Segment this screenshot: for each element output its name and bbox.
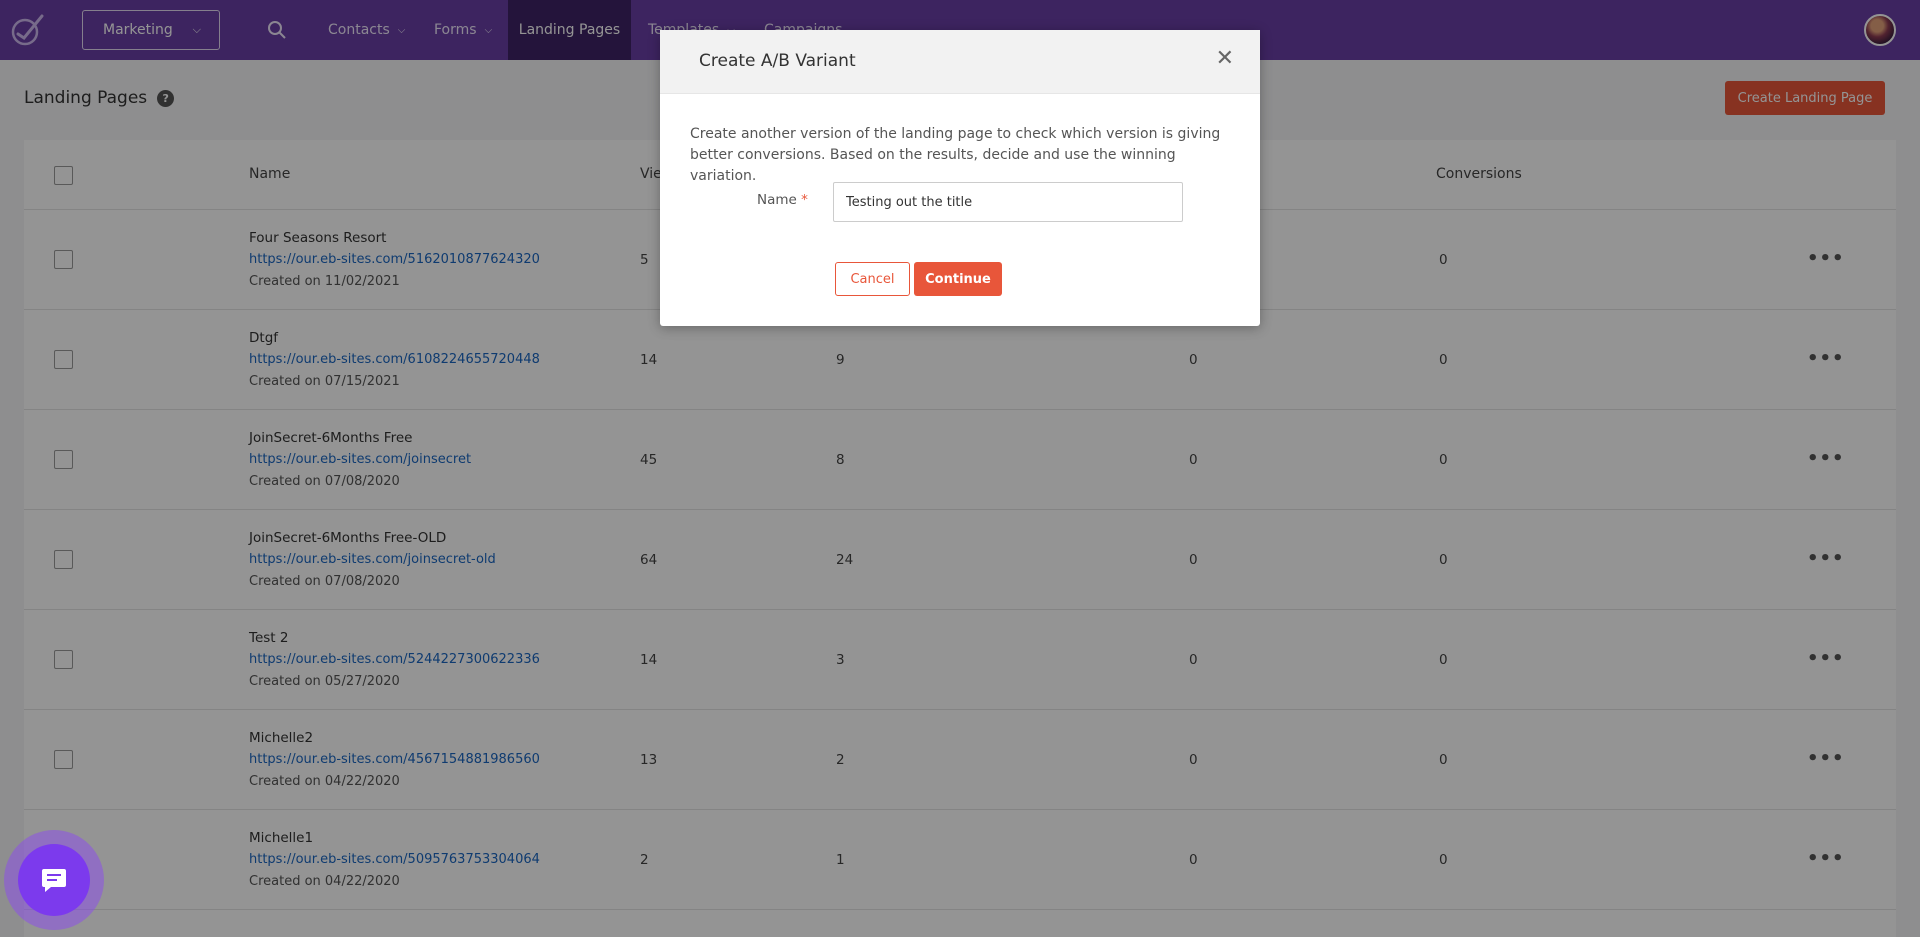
modal-title: Create A/B Variant bbox=[699, 51, 856, 71]
cancel-button[interactable]: Cancel bbox=[835, 262, 910, 296]
name-label-text: Name bbox=[757, 192, 797, 208]
modal-header: Create A/B Variant ✕ bbox=[660, 30, 1260, 94]
variant-name-input[interactable] bbox=[833, 182, 1183, 222]
chat-launcher[interactable] bbox=[4, 830, 104, 930]
continue-button[interactable]: Continue bbox=[914, 262, 1002, 296]
chat-icon bbox=[42, 869, 66, 892]
chat-launcher-inner bbox=[18, 844, 90, 916]
name-field-label: Name * bbox=[757, 192, 808, 208]
modal-description: Create another version of the landing pa… bbox=[690, 126, 1221, 184]
ab-variant-modal: Create A/B Variant ✕ Create another vers… bbox=[660, 30, 1260, 326]
close-icon[interactable]: ✕ bbox=[1216, 48, 1234, 70]
required-asterisk: * bbox=[801, 192, 808, 208]
